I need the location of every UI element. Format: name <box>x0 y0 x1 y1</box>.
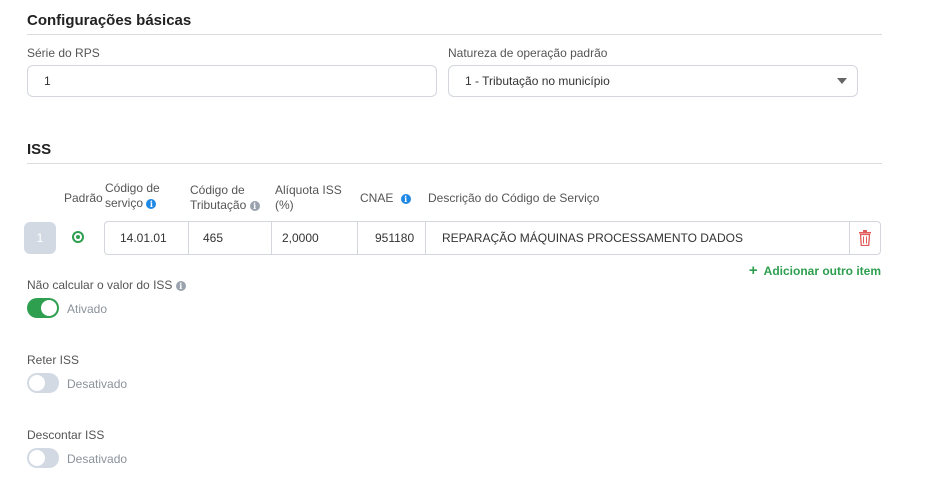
service-code-input[interactable]: 14.01.01 <box>105 222 189 254</box>
section-title-basic: Configurações básicas <box>27 12 192 29</box>
discount-label: Descontar ISS <box>27 428 105 442</box>
column-cnae-label: CNAE <box>360 191 394 205</box>
retain-label: Reter ISS <box>27 353 80 367</box>
column-rate-line1: Alíquota ISS <box>275 183 342 197</box>
info-icon[interactable]: i <box>249 200 260 211</box>
trash-icon[interactable] <box>858 230 872 246</box>
info-icon[interactable]: i <box>175 280 186 291</box>
retain-toggle[interactable] <box>27 373 59 393</box>
add-item-label: Adicionar outro item <box>763 263 881 278</box>
column-rate: Alíquota ISS (%) <box>275 183 342 213</box>
not-calc-state: Ativado <box>67 302 108 316</box>
column-description: Descrição do Código de Serviço <box>428 191 600 205</box>
rps-series-value: 1 <box>44 74 51 88</box>
rps-series-label: Série do RPS <box>27 46 100 60</box>
column-tax-code: Código de Tributação i <box>190 183 260 213</box>
retain-state: Desativado <box>67 377 128 391</box>
cnae-input[interactable]: 951180 <box>358 222 426 254</box>
discount-state: Desativado <box>67 452 128 466</box>
column-service-code: Código de serviço i <box>105 181 160 211</box>
column-service-code-line1: Código de <box>105 181 160 195</box>
discount-toggle[interactable] <box>27 448 59 468</box>
chevron-down-icon <box>837 78 847 84</box>
column-tax-code-line2: Tributação <box>190 198 247 212</box>
cnae-value: 951180 <box>375 231 415 245</box>
tax-code-value: 465 <box>203 231 224 245</box>
column-tax-code-line1: Código de <box>190 183 245 197</box>
not-calc-label-text: Não calcular o valor do ISS <box>27 278 173 292</box>
column-service-code-line2: serviço <box>105 196 144 210</box>
not-calc-label: Não calcular o valor do ISS i <box>27 278 186 292</box>
rate-value: 2,0000 <box>282 231 319 245</box>
divider <box>27 163 882 164</box>
plus-icon: + <box>748 262 758 279</box>
divider <box>27 34 882 35</box>
service-code-value: 14.01.01 <box>120 231 167 245</box>
column-default: Padrão <box>64 191 103 205</box>
table-row: 14.01.01 465 2,0000 951180 REPARAÇÃO MÁQ… <box>104 221 881 255</box>
description-value: REPARAÇÃO MÁQUINAS PROCESSAMENTO DADOS <box>442 231 743 245</box>
toggle-knob <box>29 375 45 391</box>
column-cnae: CNAE i <box>360 191 411 206</box>
default-radio[interactable] <box>72 231 84 243</box>
not-calc-toggle[interactable] <box>27 298 59 318</box>
description-input[interactable]: REPARAÇÃO MÁQUINAS PROCESSAMENTO DADOS <box>426 222 850 254</box>
toggle-knob <box>29 450 45 466</box>
add-item-link[interactable]: + Adicionar outro item <box>749 262 881 279</box>
rps-series-input[interactable]: 1 <box>27 65 437 97</box>
nature-value: 1 - Tributação no município <box>465 74 610 88</box>
toggle-knob <box>41 300 57 316</box>
nature-select[interactable]: 1 - Tributação no município <box>448 65 858 97</box>
info-icon[interactable]: i <box>400 193 411 204</box>
rate-input[interactable]: 2,0000 <box>272 222 358 254</box>
nature-label: Natureza de operação padrão <box>448 46 608 60</box>
tax-code-input[interactable]: 465 <box>189 222 272 254</box>
info-icon[interactable]: i <box>146 198 157 209</box>
section-title-iss: ISS <box>27 141 52 158</box>
column-rate-line2: (%) <box>275 198 294 212</box>
row-number: 1 <box>24 222 56 254</box>
